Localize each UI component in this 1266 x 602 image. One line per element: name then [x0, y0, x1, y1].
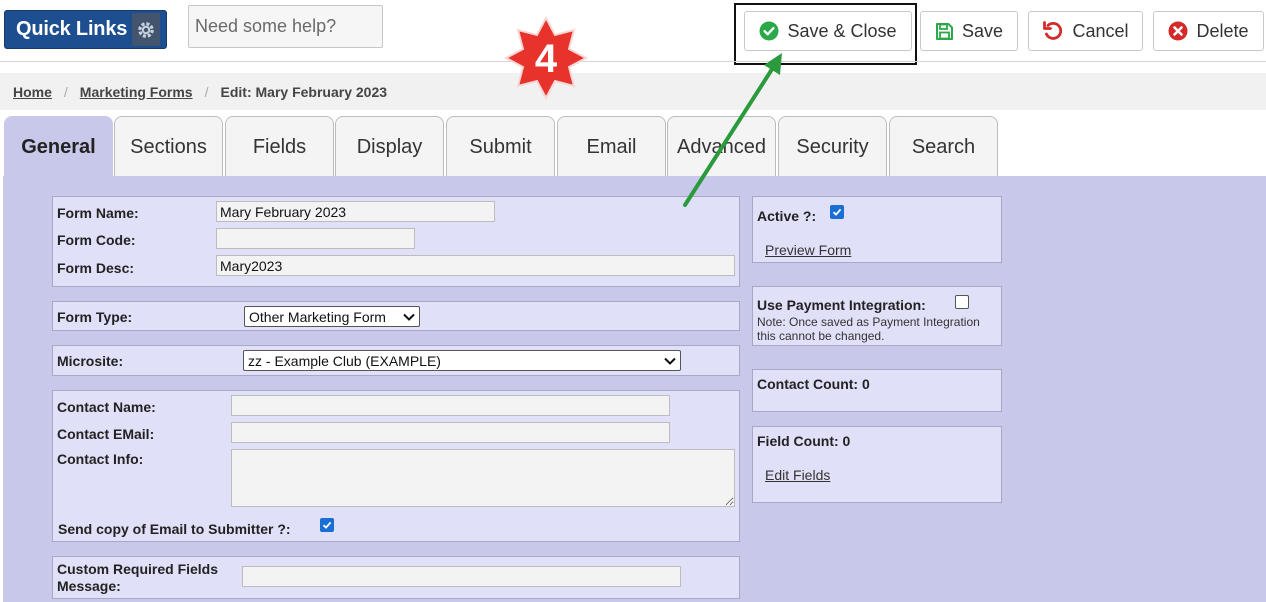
form-desc-label: Form Desc:: [57, 260, 135, 276]
save-close-label: Save & Close: [787, 20, 897, 41]
tab-submit[interactable]: Submit: [446, 116, 555, 178]
gear-icon[interactable]: [132, 13, 160, 46]
tab-label: Sections: [130, 136, 207, 158]
form-code-label: Form Code:: [57, 232, 136, 248]
step-number-text: 4: [535, 37, 558, 81]
tab-email[interactable]: Email: [557, 116, 666, 178]
contact-email-input[interactable]: [231, 422, 670, 443]
form-code-input[interactable]: [216, 228, 415, 249]
contact-email-label: Contact EMail:: [57, 426, 155, 442]
contact-section: Contact Name: Contact EMail: Contact Inf…: [52, 390, 740, 542]
check-circle-icon: [759, 21, 779, 41]
microsite-value: zz - Example Club (EXAMPLE): [248, 352, 441, 369]
delete-button[interactable]: Delete: [1153, 11, 1264, 51]
payment-integration-section: Use Payment Integration: Note: Once save…: [752, 286, 1002, 346]
tab-display[interactable]: Display: [335, 116, 444, 178]
send-copy-checkbox[interactable]: [320, 518, 334, 532]
custom-required-input[interactable]: [242, 566, 681, 587]
header-divider: [0, 61, 1266, 62]
contact-name-label: Contact Name:: [57, 399, 156, 415]
field-count-label: Field Count: 0: [757, 433, 851, 449]
tab-label: Security: [796, 136, 869, 158]
tab-general[interactable]: General: [4, 116, 113, 178]
custom-required-label-line-2: Message:: [57, 578, 121, 594]
payment-integration-checkbox[interactable]: [955, 295, 969, 309]
breadcrumb-current: Edit: Mary February 2023: [220, 83, 388, 100]
custom-required-label-line-1: Custom Required Fields: [57, 561, 219, 577]
breadcrumb: Home / Marketing Forms / Edit: Mary Febr…: [0, 73, 1266, 110]
tab-sections[interactable]: Sections: [114, 116, 223, 178]
form-type-select[interactable]: Other Marketing Form: [244, 306, 420, 327]
chevron-down-icon: [403, 313, 415, 321]
tab-label: Email: [586, 136, 637, 158]
checkmark-icon: [832, 208, 842, 216]
payment-integration-label: Use Payment Integration:: [757, 297, 926, 313]
form-name-label: Form Name:: [57, 205, 139, 221]
quick-links-button[interactable]: Quick Links: [4, 10, 167, 49]
custom-required-label: Custom Required Fields Message:: [57, 561, 218, 595]
breadcrumb-separator: /: [63, 83, 68, 100]
contact-name-input[interactable]: [231, 395, 670, 416]
form-name-input[interactable]: [216, 201, 495, 222]
custom-required-section: Custom Required Fields Message:: [52, 556, 740, 599]
microsite-select[interactable]: zz - Example Club (EXAMPLE): [243, 350, 681, 371]
form-type-value: Other Marketing Form: [249, 308, 386, 325]
tab-fields[interactable]: Fields: [225, 116, 334, 178]
tab-label: Search: [911, 136, 976, 158]
tab-label: General: [21, 136, 96, 158]
microsite-section: Microsite: zz - Example Club (EXAMPLE): [52, 345, 740, 376]
delete-label: Delete: [1196, 20, 1249, 41]
preview-form-link[interactable]: Preview Form: [765, 242, 851, 258]
active-checkbox[interactable]: [830, 205, 844, 219]
contact-info-label: Contact Info:: [57, 451, 144, 467]
form-desc-input[interactable]: [216, 255, 735, 276]
contact-info-textarea[interactable]: [231, 449, 735, 507]
contact-count-section: Contact Count: 0: [752, 369, 1002, 412]
contact-count-label: Contact Count: 0: [757, 376, 870, 392]
form-type-label: Form Type:: [57, 309, 133, 325]
checkmark-icon: [322, 521, 332, 529]
help-search-input[interactable]: [188, 5, 383, 48]
annotation-arrow: [683, 53, 782, 207]
tab-label: Submit: [469, 136, 532, 158]
form-identity-section: Form Name: Form Code: Form Desc:: [52, 196, 740, 287]
send-copy-label: Send copy of Email to Submitter ?:: [58, 521, 291, 537]
quick-links-label: Quick Links: [16, 18, 128, 40]
floppy-disk-icon: [935, 22, 953, 40]
save-label: Save: [961, 20, 1004, 41]
tab-label: Fields: [252, 136, 307, 158]
undo-icon: [1043, 21, 1063, 40]
tab-search[interactable]: Search: [889, 116, 998, 178]
breadcrumb-home-link[interactable]: Home: [13, 84, 52, 100]
tab-label: Display: [356, 136, 423, 158]
cancel-label: Cancel: [1072, 20, 1129, 41]
save-button[interactable]: Save: [920, 11, 1018, 51]
step-number-badge: 4: [503, 15, 589, 101]
field-count-section: Field Count: 0 Edit Fields: [752, 426, 1002, 503]
breadcrumb-marketing-forms-link[interactable]: Marketing Forms: [80, 84, 193, 100]
x-circle-icon: [1168, 21, 1188, 41]
breadcrumb-separator: /: [204, 83, 209, 100]
microsite-label: Microsite:: [57, 353, 124, 369]
form-type-section: Form Type: Other Marketing Form: [52, 301, 740, 331]
chevron-down-icon: [664, 357, 676, 365]
edit-fields-link[interactable]: Edit Fields: [765, 467, 830, 483]
payment-integration-note: Note: Once saved as Payment Integration …: [757, 315, 980, 343]
cancel-button[interactable]: Cancel: [1028, 11, 1143, 51]
